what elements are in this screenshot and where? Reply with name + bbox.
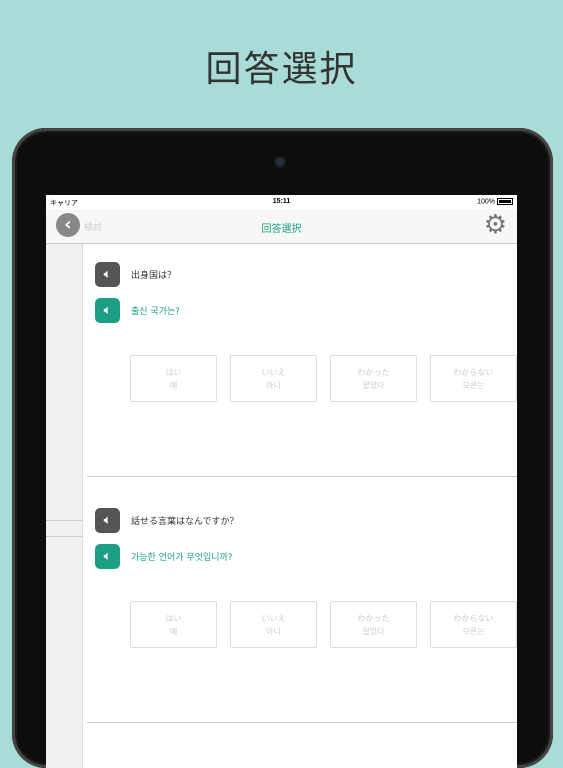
divider	[87, 476, 517, 477]
question-jp-row: 🔈︎ 出身国は？	[95, 262, 176, 287]
question-jp-row: 🔈︎ 話せる言葉はなんですか？	[95, 508, 239, 533]
settings-button[interactable]: ⚙	[484, 211, 507, 239]
answer-ko: 알았다	[362, 380, 385, 390]
gear-icon: ⚙	[483, 210, 507, 240]
speaker-icon: 🔈︎	[103, 267, 112, 282]
answer-jp: はい	[165, 367, 182, 377]
answer-jp: わかった	[357, 367, 390, 377]
tablet-frame: キャリア 15:11 100% ‹ 検討 回答選択 ⚙ 🔈︎ 出身国は？ 🔈︎	[12, 128, 553, 768]
speaker-jp-button[interactable]: 🔈︎	[95, 262, 120, 287]
speaker-ko-button[interactable]: 🔈︎	[95, 544, 120, 569]
answer-ko: 예	[169, 380, 178, 390]
status-time: 15:11	[272, 198, 291, 205]
answer-jp: わからない	[453, 613, 494, 623]
question-jp-text: 話せる言葉はなんですか？	[131, 517, 239, 527]
side-list	[46, 244, 83, 768]
question-ko-text: 출신 국가는?	[131, 307, 181, 317]
answer-ko: 모른는	[462, 380, 485, 390]
answer-ko: 예	[169, 626, 178, 636]
speaker-icon: 🔈︎	[103, 549, 112, 564]
answer-understood-button[interactable]: わかった 알았다	[330, 601, 417, 648]
nav-bar: ‹ 検討 回答選択 ⚙	[46, 209, 517, 244]
answer-jp: いいえ	[261, 613, 286, 623]
status-bar: キャリア 15:11 100%	[46, 195, 517, 209]
nav-title: 回答選択	[261, 224, 302, 235]
answer-yes-button[interactable]: はい 예	[130, 355, 217, 402]
answer-dont-know-button[interactable]: わからない 모른는	[430, 601, 517, 648]
speaker-jp-button[interactable]: 🔈︎	[95, 508, 120, 533]
question-list: 🔈︎ 出身国は？ 🔈︎ 출신 국가는? はい 예 いいえ 아니 わかった 알았다 わか…	[82, 244, 517, 768]
divider	[87, 722, 517, 723]
page-heading: 回答選択	[205, 49, 358, 90]
side-divider	[46, 520, 82, 521]
battery-percent: 100%	[477, 198, 495, 206]
question-ko-row: 🔈︎ 가능한 언어가 무엇입니까?	[95, 544, 233, 569]
speaker-icon: 🔈︎	[103, 303, 112, 318]
screen: キャリア 15:11 100% ‹ 検討 回答選択 ⚙ 🔈︎ 出身国は？ 🔈︎	[46, 195, 517, 768]
answer-buttons: はい 예 いいえ 아니 わかった 알았다 わからない 모른는	[130, 601, 517, 648]
answer-yes-button[interactable]: はい 예	[130, 601, 217, 648]
battery-status: 100%	[477, 198, 513, 205]
answer-jp: わかった	[357, 613, 390, 623]
answer-ko: 아니	[266, 626, 281, 636]
answer-no-button[interactable]: いいえ 아니	[230, 355, 317, 402]
answer-understood-button[interactable]: わかった 알았다	[330, 355, 417, 402]
answer-dont-know-button[interactable]: わからない 모른는	[430, 355, 517, 402]
answer-jp: いいえ	[261, 367, 286, 377]
answer-no-button[interactable]: いいえ 아니	[230, 601, 317, 648]
answer-jp: はい	[165, 613, 182, 623]
answer-ko: 모른는	[462, 626, 485, 636]
question-ko-text: 가능한 언어가 무엇입니까?	[131, 553, 233, 563]
speaker-icon: 🔈︎	[103, 513, 112, 528]
answer-ko: 알았다	[362, 626, 385, 636]
battery-icon	[497, 198, 513, 205]
answer-ko: 아니	[266, 380, 281, 390]
camera	[276, 158, 284, 166]
answer-buttons: はい 예 いいえ 아니 わかった 알았다 わからない 모른는	[130, 355, 517, 402]
speaker-ko-button[interactable]: 🔈︎	[95, 298, 120, 323]
answer-jp: わからない	[453, 367, 494, 377]
question-ko-row: 🔈︎ 출신 국가는?	[95, 298, 180, 323]
question-jp-text: 出身国は？	[131, 271, 177, 281]
side-divider	[46, 536, 82, 537]
